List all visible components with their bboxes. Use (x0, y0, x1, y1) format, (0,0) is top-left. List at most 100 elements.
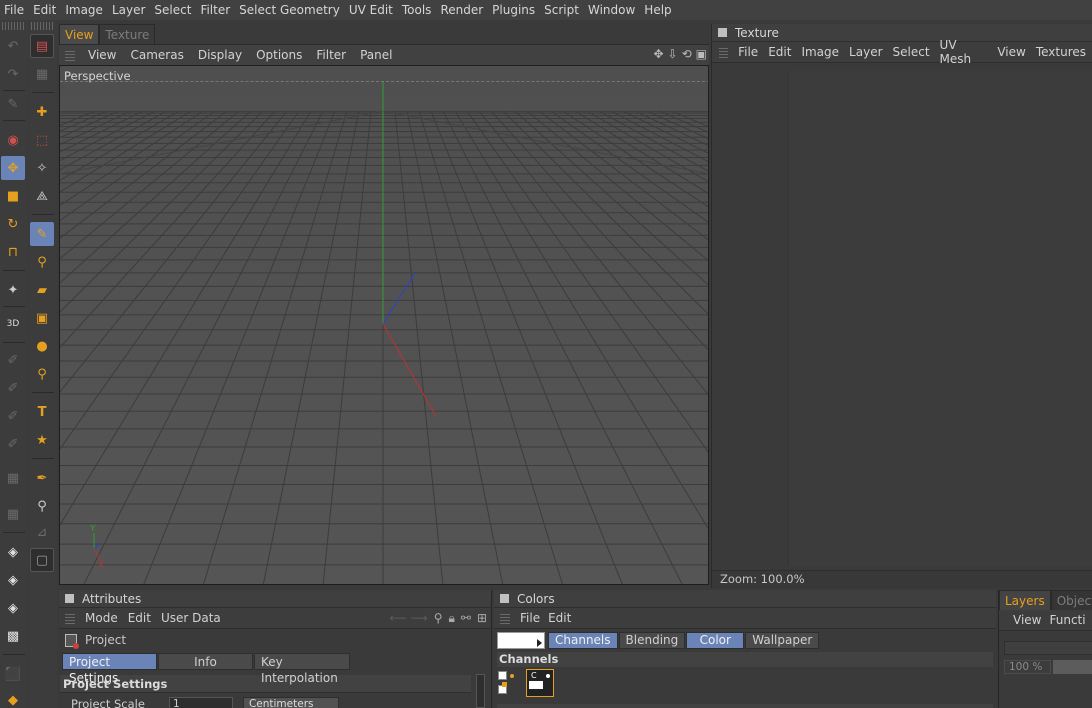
layout-icon[interactable]: ▤ (30, 34, 54, 58)
perspective-grid-icon[interactable]: ⟁ (30, 184, 54, 208)
tex-menu-textures[interactable]: Textures (1032, 45, 1092, 59)
orbit-icon[interactable]: ⟲ (682, 47, 692, 61)
clone-stamp-icon[interactable]: ⚲ (30, 250, 54, 274)
toolbar-grip[interactable] (2, 22, 26, 30)
tab-project-settings[interactable]: Project Settings (62, 653, 157, 685)
colors-menu-edit[interactable]: Edit (548, 611, 579, 625)
pan-icon[interactable]: ✥ (653, 47, 663, 61)
panel-menu-icon[interactable] (718, 28, 727, 37)
tab-channels[interactable]: Channels (548, 632, 618, 649)
eyedropper-icon[interactable]: ✒ (30, 466, 54, 490)
panel-menu-icon[interactable] (65, 594, 74, 603)
menu-script[interactable]: Script (540, 3, 584, 17)
undo-icon[interactable]: ↶ (1, 34, 25, 58)
projection-paint-3-icon[interactable]: ✐ (1, 404, 25, 428)
zoom-tool-icon[interactable]: ⚲ (30, 362, 54, 386)
menu-image[interactable]: Image (61, 3, 108, 17)
gradient-icon[interactable]: ▣ (30, 306, 54, 330)
text-tool-icon[interactable]: T (30, 400, 54, 424)
attr-menu-user-data[interactable]: User Data (159, 611, 229, 625)
menu-layer[interactable]: Layer (108, 3, 150, 17)
vp-menu-display[interactable]: Display (191, 48, 249, 62)
menu-select[interactable]: Select (150, 3, 196, 17)
vp-menu-filter[interactable]: Filter (309, 48, 353, 62)
tab-texture[interactable]: Texture (99, 24, 156, 44)
color-swatch[interactable] (497, 632, 545, 649)
blend-mode-dropdown[interactable] (1004, 641, 1092, 655)
channel-thumbnail[interactable]: C (526, 669, 554, 697)
frame-icon[interactable]: ▢ (30, 548, 54, 572)
project-scale-input[interactable]: 1 (168, 697, 233, 708)
new-panel-icon[interactable]: ⊞ (477, 611, 487, 626)
link-icon[interactable]: ⚯ (461, 611, 471, 626)
paint-3d-icon[interactable]: 3D (1, 312, 25, 336)
toolbar-grip-2[interactable] (31, 22, 55, 30)
texture-canvas[interactable] (788, 71, 1092, 566)
menu-uv-edit[interactable]: UV Edit (345, 3, 398, 17)
opacity-input[interactable]: 100 % (1004, 659, 1051, 674)
projection-paint-icon[interactable]: ✐ (1, 348, 25, 372)
attr-menu-mode[interactable]: Mode (83, 611, 126, 625)
tab-info[interactable]: Info (158, 653, 253, 670)
panel-menu-icon[interactable] (500, 594, 509, 603)
rotate-icon[interactable]: ↻ (1, 212, 25, 236)
checker-cube-2-icon[interactable]: ◈ (1, 568, 25, 592)
cube-object-icon[interactable]: ⬛ (1, 662, 25, 686)
opacity-slider[interactable] (1052, 659, 1092, 674)
rect-select-icon[interactable]: ⬚ (30, 128, 54, 152)
texture-view[interactable] (712, 65, 1092, 570)
magic-wand-icon[interactable]: ✦ (1, 278, 25, 302)
lock-axis-icon[interactable]: ⊓ (1, 240, 25, 264)
tex-menu-view[interactable]: View (993, 45, 1031, 59)
attributes-scrollbar[interactable] (476, 674, 485, 708)
move-icon[interactable]: ✥ (1, 156, 25, 180)
tab-wallpaper[interactable]: Wallpaper (745, 632, 820, 649)
tab-layers[interactable]: Layers (999, 590, 1051, 610)
unit-dropdown[interactable]: Centimeters (242, 696, 339, 708)
attributes-menu-grip[interactable] (65, 612, 75, 624)
perspective-viewport[interactable]: Perspective Y X (59, 65, 709, 585)
tex-menu-edit[interactable]: Edit (764, 45, 797, 59)
projection-paint-4-icon[interactable]: ✐ (1, 432, 25, 456)
live-select-icon[interactable]: ◉ (1, 128, 25, 152)
tex-menu-select[interactable]: Select (889, 45, 936, 59)
star-shape-icon[interactable]: ★ (30, 428, 54, 452)
cube-orange-icon[interactable]: ◆ (1, 688, 25, 708)
vp-menu-view[interactable]: View (81, 48, 123, 62)
menu-render[interactable]: Render (436, 3, 488, 17)
colors-menu-file[interactable]: File (520, 611, 548, 625)
viewport-menu-grip[interactable] (65, 49, 75, 61)
maximize-view-icon[interactable]: ▣ (696, 47, 707, 61)
vp-menu-options[interactable]: Options (249, 48, 309, 62)
drop-icon[interactable]: ● (30, 334, 54, 358)
tex-menu-layer[interactable]: Layer (845, 45, 888, 59)
menu-filter[interactable]: Filter (196, 3, 235, 17)
scale-icon[interactable]: ■ (1, 184, 25, 208)
layout-2-icon[interactable]: ▦ (30, 62, 54, 86)
tab-objects[interactable]: Objects (1050, 590, 1092, 610)
tex-menu-image[interactable]: Image (797, 45, 845, 59)
add-point-icon[interactable]: ✚ (30, 100, 54, 124)
attr-menu-edit[interactable]: Edit (126, 611, 159, 625)
measure-icon[interactable]: ⊿ (30, 520, 54, 544)
vp-menu-cameras[interactable]: Cameras (123, 48, 190, 62)
menu-edit[interactable]: Edit (29, 3, 61, 17)
menu-tools[interactable]: Tools (398, 3, 437, 17)
tex-menu-uv-mesh[interactable]: UV Mesh (936, 38, 994, 66)
texture-menu-grip[interactable] (719, 46, 729, 58)
channel-swap-icon[interactable] (498, 669, 522, 697)
eraser-icon[interactable]: ▰ (30, 278, 54, 302)
menu-select-geometry[interactable]: Select Geometry (235, 3, 345, 17)
checker-plane-icon[interactable]: ▩ (1, 624, 25, 648)
projection-paint-2-icon[interactable]: ✐ (1, 376, 25, 400)
menu-plugins[interactable]: Plugins (488, 3, 540, 17)
lock-icon[interactable]: 🔒︎ (448, 611, 454, 626)
nav-arrows-icon[interactable]: ⟵ ⟶ (389, 611, 427, 626)
checker-cube-icon[interactable]: ◈ (1, 540, 25, 564)
checker-cube-3-icon[interactable]: ◈ (1, 596, 25, 620)
layers-menu-view[interactable]: View (1013, 613, 1049, 627)
uv-grid-icon[interactable]: ▦ (1, 466, 25, 490)
vp-menu-panel[interactable]: Panel (353, 48, 399, 62)
zoom-magnifier-icon[interactable]: ⚲ (30, 494, 54, 518)
tab-blending[interactable]: Blending (618, 632, 686, 649)
